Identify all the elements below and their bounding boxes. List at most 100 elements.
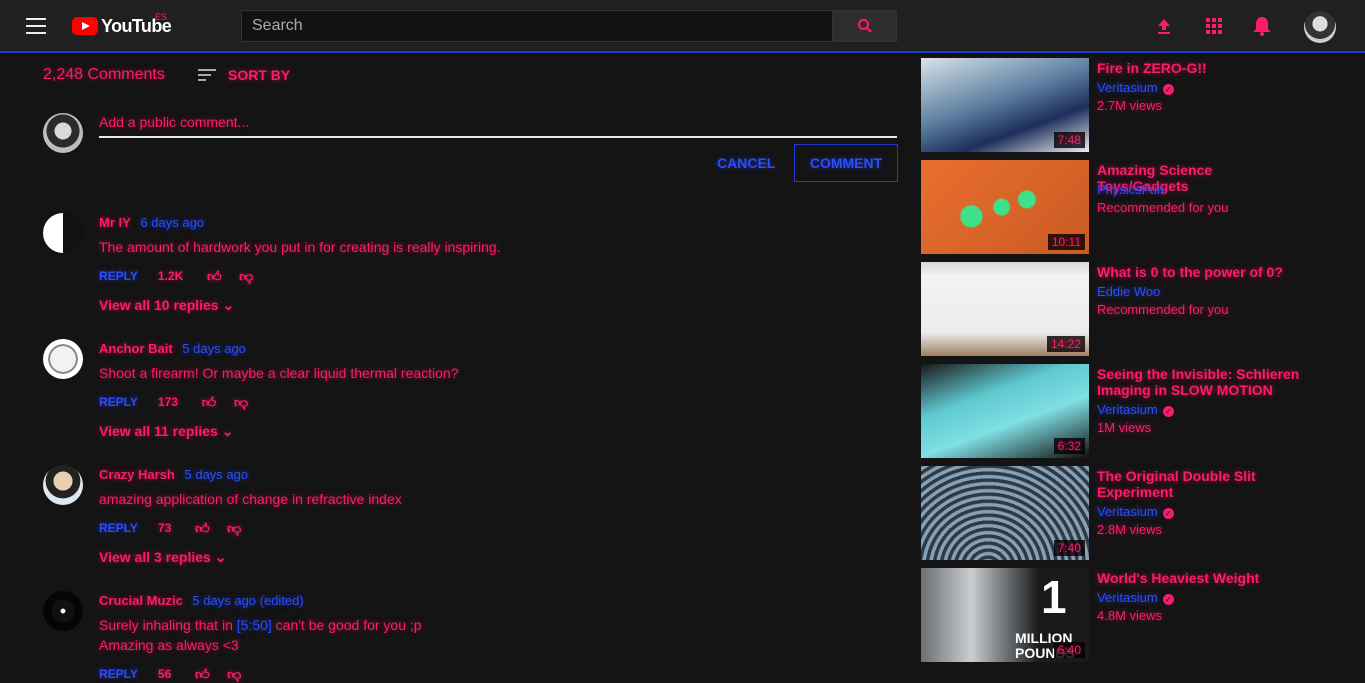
video-thumbnail[interactable]: 6:32 xyxy=(921,364,1089,458)
verified-check-icon: ✓ xyxy=(1162,508,1174,519)
verified-check-icon: ✓ xyxy=(1162,594,1174,605)
video-channel[interactable]: Veritasium ✓ xyxy=(1097,80,1174,95)
reply-button[interactable]: REPLY xyxy=(99,395,138,409)
verified-check-icon: ✓ xyxy=(1162,406,1174,417)
comment-time[interactable]: 5 days ago xyxy=(182,341,246,356)
thumbs-down-icon[interactable]: 👎︎ xyxy=(225,520,243,536)
thumbs-down-icon[interactable]: 👎︎ xyxy=(225,666,243,682)
commenter-avatar[interactable] xyxy=(43,339,83,379)
account-avatar[interactable] xyxy=(1304,11,1336,43)
video-duration: 10:11 xyxy=(1047,234,1085,250)
search-input[interactable]: Search xyxy=(241,10,833,42)
comment-submit-button[interactable]: COMMENT xyxy=(794,144,898,182)
masthead: YouTube ES Search xyxy=(0,0,1365,53)
video-title[interactable]: Fire in ZERO-G!! xyxy=(1097,60,1307,76)
related-video[interactable]: 7:40 The Original Double Slit Experiment… xyxy=(921,466,1341,560)
like-count: 73 xyxy=(157,521,172,535)
related-video[interactable]: 6:32 Seeing the Invisible: Schlieren Ima… xyxy=(921,364,1341,458)
thumbs-up-icon[interactable]: 👍︎ xyxy=(193,520,211,536)
comment-text: Shoot a firearm! Or maybe a clear liquid… xyxy=(99,365,459,381)
video-channel[interactable]: PhysicsFun xyxy=(1097,182,1164,197)
timestamp-link[interactable]: [5:50] xyxy=(237,617,272,633)
comment-time[interactable]: 6 days ago xyxy=(140,215,204,230)
comments-header: 2,248 Comments SORT BY xyxy=(43,66,290,84)
commenter-avatar[interactable] xyxy=(43,213,83,253)
commenter-avatar[interactable] xyxy=(43,465,83,505)
thumbs-down-icon[interactable]: 👎︎ xyxy=(232,394,250,410)
video-channel[interactable]: Veritasium ✓ xyxy=(1097,402,1174,417)
menu-icon[interactable] xyxy=(26,18,46,34)
comment-time[interactable]: 5 days ago (edited) xyxy=(192,593,303,608)
related-video[interactable]: 10:11 Amazing Science Toys/Gadgets Physi… xyxy=(921,160,1341,254)
sort-icon xyxy=(198,68,216,82)
comment-actions: REPLY 56 👍︎ 👎︎ xyxy=(99,666,257,682)
view-replies-button[interactable]: View all 11 replies ⌄ xyxy=(99,423,233,440)
thumbs-up-icon[interactable]: 👍︎ xyxy=(200,394,218,410)
video-channel[interactable]: Eddie Woo xyxy=(1097,284,1160,299)
sort-by-button[interactable]: SORT BY xyxy=(198,67,290,83)
video-title[interactable]: Seeing the Invisible: Schlieren Imaging … xyxy=(1097,366,1307,398)
view-replies-button[interactable]: View all 3 replies ⌄ xyxy=(99,549,226,566)
notifications-bell-icon[interactable] xyxy=(1250,14,1274,38)
video-thumbnail[interactable]: 7:40 xyxy=(921,466,1089,560)
comment-meta: Crucial Muzic 5 days ago (edited) xyxy=(99,593,304,608)
thumbs-up-icon[interactable]: 👍︎ xyxy=(193,666,211,682)
comment-text: The amount of hardwork you put in for cr… xyxy=(99,239,501,255)
video-duration: 6:32 xyxy=(1053,438,1085,454)
search-button[interactable] xyxy=(832,10,897,42)
video-channel[interactable]: Veritasium ✓ xyxy=(1097,504,1174,519)
channel-name: Veritasium xyxy=(1097,402,1158,417)
video-meta: 2.8M views xyxy=(1097,522,1163,537)
video-meta: Recommended for you xyxy=(1097,200,1229,215)
upload-icon[interactable] xyxy=(1152,14,1176,38)
comment-author[interactable]: Anchor Bait xyxy=(99,341,173,356)
comment-text: Surely inhaling that in [5:50] can't be … xyxy=(99,615,422,655)
add-comment-input[interactable]: Add a public comment... xyxy=(99,114,897,138)
video-title[interactable]: What is 0 to the power of 0? xyxy=(1097,264,1307,280)
video-thumbnail[interactable]: 14:22 xyxy=(921,262,1089,356)
video-meta: 1M views xyxy=(1097,420,1152,435)
thumbs-down-icon[interactable]: 👎︎ xyxy=(237,268,255,284)
comment-meta: Mr IY 6 days ago xyxy=(99,215,204,230)
thumbs-up-icon[interactable]: 👍︎ xyxy=(205,268,223,284)
comment-actions: REPLY 173 👍︎ 👎︎ xyxy=(99,394,264,410)
channel-name: Veritasium xyxy=(1097,590,1158,605)
chevron-down-icon: ⌄ xyxy=(222,297,235,313)
comment-time[interactable]: 5 days ago xyxy=(185,467,249,482)
related-video[interactable]: 7:48 Fire in ZERO-G!! Veritasium ✓ 2.7M v… xyxy=(921,58,1341,152)
verified-check-icon: ✓ xyxy=(1162,84,1174,95)
video-duration: 6:40 xyxy=(1053,642,1085,658)
related-video[interactable]: 1 MILLION POUNDS 6:40 World's Heaviest W… xyxy=(921,568,1341,662)
video-title[interactable]: The Original Double Slit Experiment xyxy=(1097,468,1307,500)
view-replies-label: View all 11 replies xyxy=(99,423,218,439)
related-video[interactable]: 14:22 What is 0 to the power of 0? Eddie… xyxy=(921,262,1341,356)
reply-button[interactable]: REPLY xyxy=(99,667,138,681)
comment-actions: REPLY 73 👍︎ 👎︎ xyxy=(99,520,257,536)
youtube-logo[interactable]: YouTube ES xyxy=(72,12,172,38)
like-count: 1.2K xyxy=(157,269,184,283)
video-thumbnail[interactable]: 10:11 xyxy=(921,160,1089,254)
chevron-down-icon: ⌄ xyxy=(214,549,227,565)
like-count: 173 xyxy=(157,395,178,409)
comment-author[interactable]: Mr IY xyxy=(99,215,131,230)
chevron-down-icon: ⌄ xyxy=(221,423,234,439)
channel-name: Veritasium xyxy=(1097,504,1158,519)
comment-author[interactable]: Crazy Harsh xyxy=(99,467,175,482)
comment-count: 2,248 Comments xyxy=(43,66,165,83)
search-icon xyxy=(857,19,872,33)
comment-meta: Crazy Harsh 5 days ago xyxy=(99,467,248,482)
play-logo-icon xyxy=(72,17,98,35)
like-count: 56 xyxy=(157,667,172,681)
video-meta: 4.8M views xyxy=(1097,608,1163,623)
comment-author[interactable]: Crucial Muzic xyxy=(99,593,183,608)
video-channel[interactable]: Veritasium ✓ xyxy=(1097,590,1174,605)
video-thumbnail[interactable]: 7:48 xyxy=(921,58,1089,152)
video-title[interactable]: World's Heaviest Weight xyxy=(1097,570,1307,586)
commenter-avatar[interactable] xyxy=(43,591,83,631)
video-thumbnail[interactable]: 1 MILLION POUNDS 6:40 xyxy=(921,568,1089,662)
cancel-button[interactable]: CANCEL xyxy=(717,155,775,171)
reply-button[interactable]: REPLY xyxy=(99,521,138,535)
view-replies-button[interactable]: View all 10 replies ⌄ xyxy=(99,297,234,314)
apps-grid-icon[interactable] xyxy=(1202,14,1226,38)
reply-button[interactable]: REPLY xyxy=(99,269,138,283)
